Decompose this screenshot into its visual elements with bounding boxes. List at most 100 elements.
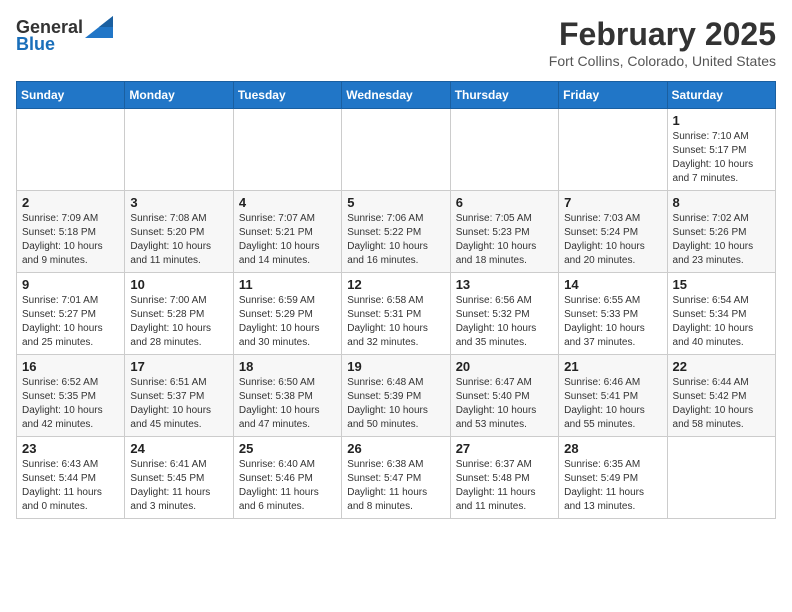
- calendar-cell: [450, 109, 558, 191]
- day-info: Sunrise: 6:55 AMSunset: 5:33 PMDaylight:…: [564, 294, 661, 350]
- day-info: Sunrise: 7:10 AMSunset: 5:17 PMDaylight:…: [673, 130, 770, 186]
- weekday-header-sunday: Sunday: [17, 82, 125, 109]
- day-info: Sunrise: 6:51 AMSunset: 5:37 PMDaylight:…: [130, 376, 227, 432]
- day-info: Sunrise: 7:09 AMSunset: 5:18 PMDaylight:…: [22, 212, 119, 268]
- day-info: Sunrise: 6:59 AMSunset: 5:29 PMDaylight:…: [239, 294, 336, 350]
- calendar-week-row: 9 Sunrise: 7:01 AMSunset: 5:27 PMDaylight…: [17, 273, 776, 355]
- day-info: Sunrise: 6:50 AMSunset: 5:38 PMDaylight:…: [239, 376, 336, 432]
- calendar-cell: [667, 437, 775, 519]
- calendar-cell: 25Sunrise: 6:40 AMSunset: 5:46 PMDayligh…: [233, 437, 341, 519]
- calendar-cell: 1 Sunrise: 7:10 AMSunset: 5:17 PMDaylight…: [667, 109, 775, 191]
- day-info: Sunrise: 7:06 AMSunset: 5:22 PMDaylight:…: [347, 212, 444, 268]
- calendar-cell: [342, 109, 450, 191]
- calendar-cell: 4Sunrise: 7:07 AMSunset: 5:21 PMDaylight…: [233, 191, 341, 273]
- day-info: Sunrise: 6:58 AMSunset: 5:31 PMDaylight:…: [347, 294, 444, 350]
- day-number: 10: [130, 277, 227, 292]
- calendar-cell: 21Sunrise: 6:46 AMSunset: 5:41 PMDayligh…: [559, 355, 667, 437]
- weekday-header-thursday: Thursday: [450, 82, 558, 109]
- weekday-header-row: SundayMondayTuesdayWednesdayThursdayFrid…: [17, 82, 776, 109]
- day-number: 7: [564, 195, 661, 210]
- calendar-cell: 6 Sunrise: 7:05 AMSunset: 5:23 PMDaylight…: [450, 191, 558, 273]
- calendar-cell: 9 Sunrise: 7:01 AMSunset: 5:27 PMDaylight…: [17, 273, 125, 355]
- weekday-header-wednesday: Wednesday: [342, 82, 450, 109]
- logo-icon: [85, 16, 113, 38]
- day-number: 6: [456, 195, 553, 210]
- calendar-cell: 14 Sunrise: 6:55 AMSunset: 5:33 PMDayligh…: [559, 273, 667, 355]
- day-number: 27: [456, 441, 553, 456]
- day-info: Sunrise: 7:00 AMSunset: 5:28 PMDaylight:…: [130, 294, 227, 350]
- day-number: 26: [347, 441, 444, 456]
- day-number: 14: [564, 277, 661, 292]
- month-year-title: February 2025: [549, 16, 776, 53]
- day-info: Sunrise: 7:01 AMSunset: 5:27 PMDaylight:…: [22, 294, 119, 350]
- day-number: 23: [22, 441, 119, 456]
- calendar-cell: 16 Sunrise: 6:52 AMSunset: 5:35 PMDayligh…: [17, 355, 125, 437]
- calendar-cell: 8 Sunrise: 7:02 AMSunset: 5:26 PMDaylight…: [667, 191, 775, 273]
- weekday-header-tuesday: Tuesday: [233, 82, 341, 109]
- calendar-cell: 26 Sunrise: 6:38 AMSunset: 5:47 PMDayligh…: [342, 437, 450, 519]
- calendar-cell: 11 Sunrise: 6:59 AMSunset: 5:29 PMDayligh…: [233, 273, 341, 355]
- day-info: Sunrise: 6:48 AMSunset: 5:39 PMDaylight:…: [347, 376, 444, 432]
- day-info: Sunrise: 6:41 AMSunset: 5:45 PMDaylight:…: [130, 458, 227, 514]
- calendar-cell: 28 Sunrise: 6:35 AMSunset: 5:49 PMDayligh…: [559, 437, 667, 519]
- calendar-cell: 3 Sunrise: 7:08 AMSunset: 5:20 PMDaylight…: [125, 191, 233, 273]
- calendar-cell: 2 Sunrise: 7:09 AMSunset: 5:18 PMDaylight…: [17, 191, 125, 273]
- day-info: Sunrise: 6:44 AMSunset: 5:42 PMDaylight:…: [673, 376, 770, 432]
- day-info: Sunrise: 7:07 AMSunset: 5:21 PMDaylight:…: [239, 212, 336, 268]
- day-info: Sunrise: 6:37 AMSunset: 5:48 PMDaylight:…: [456, 458, 553, 514]
- calendar-cell: [233, 109, 341, 191]
- day-number: 22: [673, 359, 770, 374]
- day-number: 11: [239, 277, 336, 292]
- calendar-cell: 22 Sunrise: 6:44 AMSunset: 5:42 PMDayligh…: [667, 355, 775, 437]
- calendar-week-row: 16 Sunrise: 6:52 AMSunset: 5:35 PMDayligh…: [17, 355, 776, 437]
- title-block: February 2025 Fort Collins, Colorado, Un…: [549, 16, 776, 69]
- day-info: Sunrise: 7:02 AMSunset: 5:26 PMDaylight:…: [673, 212, 770, 268]
- calendar-cell: [559, 109, 667, 191]
- calendar-cell: 17 Sunrise: 6:51 AMSunset: 5:37 PMDayligh…: [125, 355, 233, 437]
- day-number: 5: [347, 195, 444, 210]
- calendar-cell: 24Sunrise: 6:41 AMSunset: 5:45 PMDayligh…: [125, 437, 233, 519]
- day-number: 12: [347, 277, 444, 292]
- calendar-cell: 12 Sunrise: 6:58 AMSunset: 5:31 PMDayligh…: [342, 273, 450, 355]
- calendar-cell: 15 Sunrise: 6:54 AMSunset: 5:34 PMDayligh…: [667, 273, 775, 355]
- day-number: 1: [673, 113, 770, 128]
- calendar-cell: [17, 109, 125, 191]
- day-number: 19: [347, 359, 444, 374]
- day-number: 28: [564, 441, 661, 456]
- calendar-week-row: 23 Sunrise: 6:43 AMSunset: 5:44 PMDayligh…: [17, 437, 776, 519]
- calendar-cell: 27 Sunrise: 6:37 AMSunset: 5:48 PMDayligh…: [450, 437, 558, 519]
- day-info: Sunrise: 6:35 AMSunset: 5:49 PMDaylight:…: [564, 458, 661, 514]
- day-info: Sunrise: 6:38 AMSunset: 5:47 PMDaylight:…: [347, 458, 444, 514]
- calendar-cell: 13Sunrise: 6:56 AMSunset: 5:32 PMDayligh…: [450, 273, 558, 355]
- day-number: 25: [239, 441, 336, 456]
- calendar-cell: 20Sunrise: 6:47 AMSunset: 5:40 PMDayligh…: [450, 355, 558, 437]
- weekday-header-saturday: Saturday: [667, 82, 775, 109]
- calendar-week-row: 1 Sunrise: 7:10 AMSunset: 5:17 PMDaylight…: [17, 109, 776, 191]
- weekday-header-monday: Monday: [125, 82, 233, 109]
- calendar-cell: 7Sunrise: 7:03 AMSunset: 5:24 PMDaylight…: [559, 191, 667, 273]
- day-info: Sunrise: 7:08 AMSunset: 5:20 PMDaylight:…: [130, 212, 227, 268]
- day-info: Sunrise: 7:05 AMSunset: 5:23 PMDaylight:…: [456, 212, 553, 268]
- day-number: 17: [130, 359, 227, 374]
- calendar-cell: 18 Sunrise: 6:50 AMSunset: 5:38 PMDayligh…: [233, 355, 341, 437]
- day-info: Sunrise: 6:43 AMSunset: 5:44 PMDaylight:…: [22, 458, 119, 514]
- calendar-cell: 23 Sunrise: 6:43 AMSunset: 5:44 PMDayligh…: [17, 437, 125, 519]
- day-number: 3: [130, 195, 227, 210]
- day-number: 18: [239, 359, 336, 374]
- weekday-header-friday: Friday: [559, 82, 667, 109]
- calendar-week-row: 2 Sunrise: 7:09 AMSunset: 5:18 PMDaylight…: [17, 191, 776, 273]
- day-info: Sunrise: 6:54 AMSunset: 5:34 PMDaylight:…: [673, 294, 770, 350]
- location-subtitle: Fort Collins, Colorado, United States: [549, 53, 776, 69]
- day-number: 15: [673, 277, 770, 292]
- day-info: Sunrise: 6:52 AMSunset: 5:35 PMDaylight:…: [22, 376, 119, 432]
- day-number: 2: [22, 195, 119, 210]
- day-number: 8: [673, 195, 770, 210]
- calendar-table: SundayMondayTuesdayWednesdayThursdayFrid…: [16, 81, 776, 519]
- day-number: 9: [22, 277, 119, 292]
- logo-blue: Blue: [16, 34, 55, 55]
- day-info: Sunrise: 6:46 AMSunset: 5:41 PMDaylight:…: [564, 376, 661, 432]
- logo: General Blue: [16, 16, 113, 55]
- day-number: 13: [456, 277, 553, 292]
- day-number: 16: [22, 359, 119, 374]
- calendar-cell: 5 Sunrise: 7:06 AMSunset: 5:22 PMDaylight…: [342, 191, 450, 273]
